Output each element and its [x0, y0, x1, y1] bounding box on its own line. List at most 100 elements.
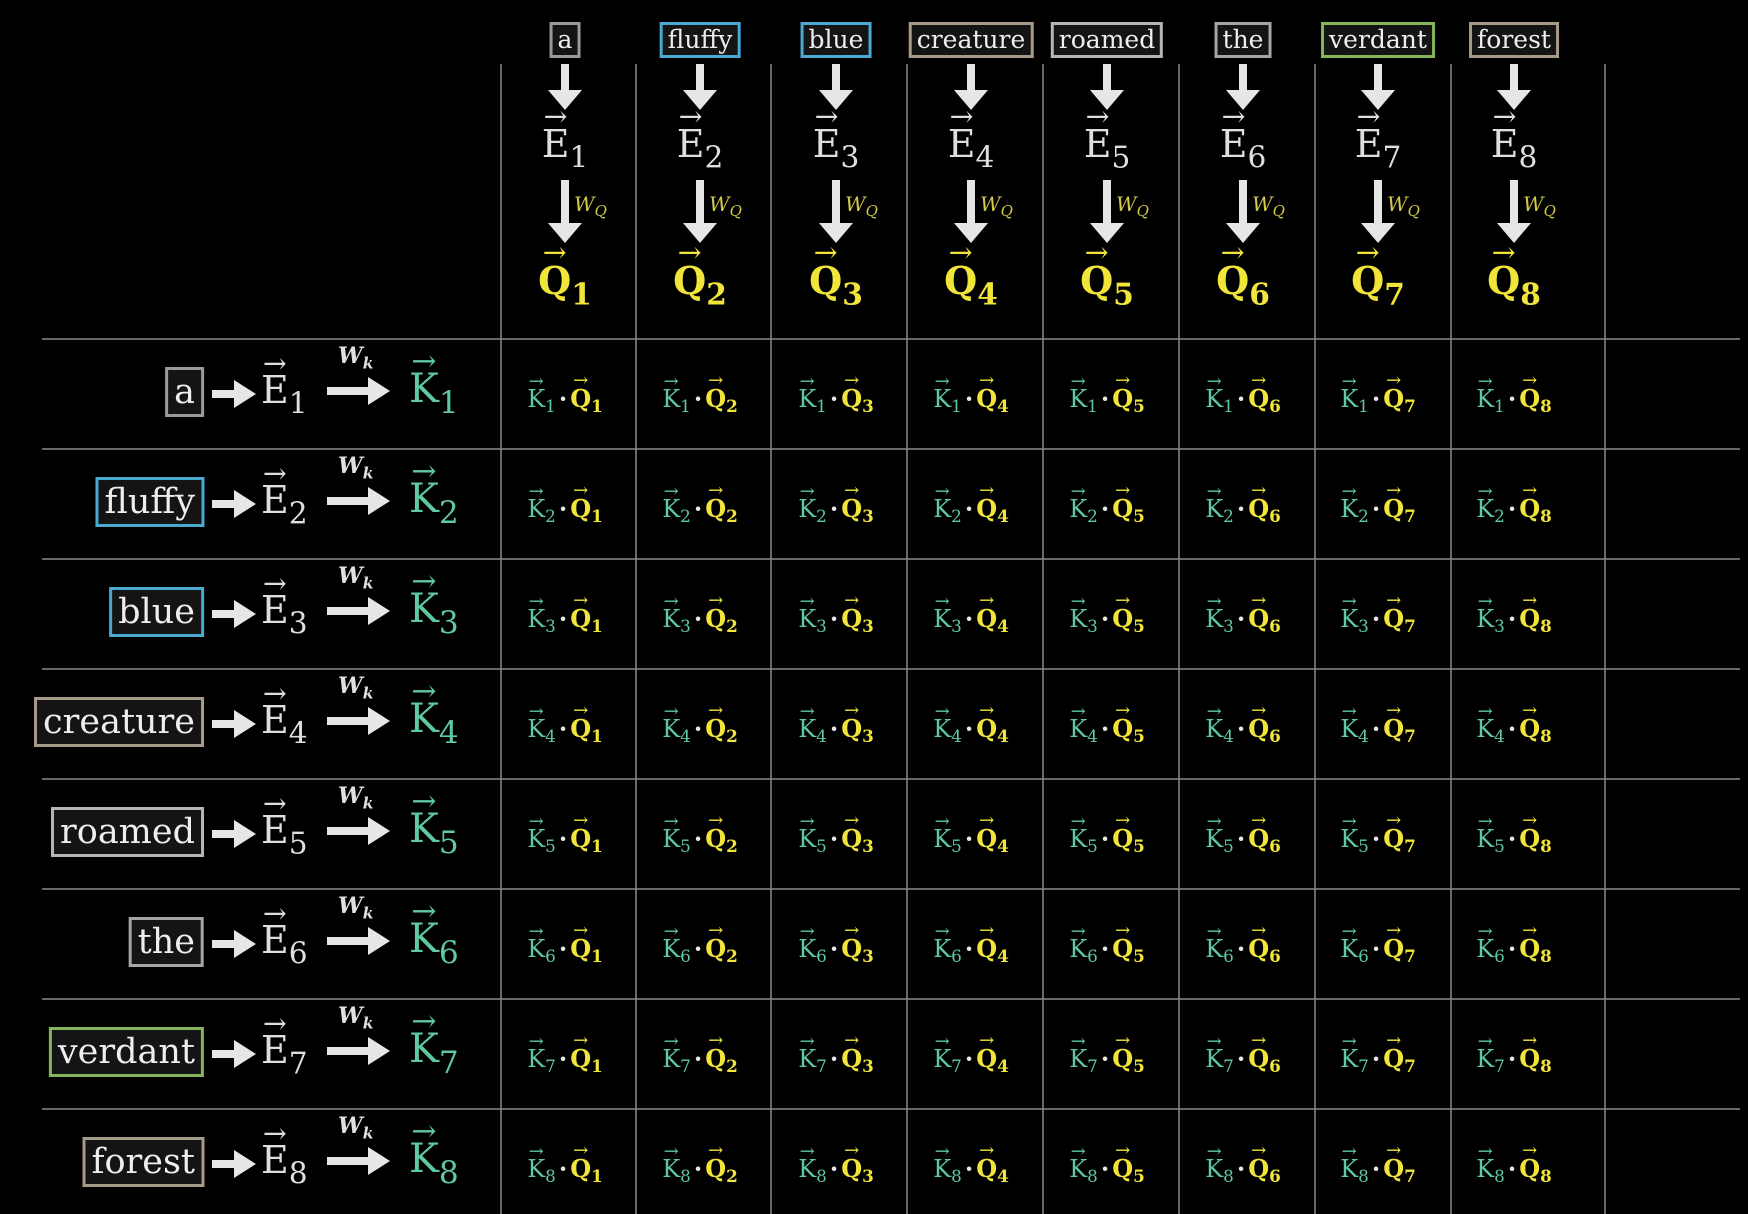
dot-product-cell: K8·Q2 — [662, 1154, 738, 1186]
dot-product-cell: K6·Q7 — [1340, 934, 1416, 966]
dot-product-cell: K6·Q5 — [1069, 934, 1145, 966]
embedding-e3: E3 — [261, 588, 308, 640]
column-token-blue: blue — [800, 22, 872, 58]
query-weight-label: WQ — [574, 192, 607, 220]
query-q7: Q7 — [1351, 258, 1405, 311]
dot-product-cell: K5·Q7 — [1340, 824, 1416, 856]
key-weight-label: Wk — [338, 453, 374, 483]
dot-product-cell: K1·Q8 — [1476, 384, 1552, 416]
row-token-verdant: verdant — [48, 1027, 204, 1077]
row-token-roamed: roamed — [51, 807, 204, 857]
key-k8: K8 — [409, 1136, 459, 1191]
dot-product-cell: K8·Q5 — [1069, 1154, 1145, 1186]
dot-product-cell: K8·Q8 — [1476, 1154, 1552, 1186]
query-weight-label: WQ — [845, 192, 878, 220]
query-q1: Q1 — [538, 258, 592, 311]
right-arrow-icon — [212, 1150, 256, 1178]
embedding-e1: E1 — [261, 368, 308, 420]
key-k4: K4 — [409, 696, 459, 751]
embedding-e4: E4 — [261, 698, 308, 750]
embedding-e7: E7 — [261, 1028, 308, 1080]
dot-product-cell: K7·Q4 — [933, 1044, 1009, 1076]
dot-product-cell: K1·Q4 — [933, 384, 1009, 416]
right-arrow-icon — [212, 820, 256, 848]
right-arrow-icon — [327, 1037, 390, 1065]
column-token-forest: forest — [1469, 22, 1559, 58]
key-k6: K6 — [409, 916, 459, 971]
embedding-e7: E7 — [1355, 122, 1402, 174]
dot-product-cell: K1·Q7 — [1340, 384, 1416, 416]
dot-product-cell: K2·Q6 — [1205, 494, 1281, 526]
query-weight-label: WQ — [1252, 192, 1285, 220]
dot-product-cell: K5·Q3 — [798, 824, 874, 856]
dot-product-cell: K4·Q5 — [1069, 714, 1145, 746]
right-arrow-icon — [212, 380, 256, 408]
dot-product-cell: K7·Q7 — [1340, 1044, 1416, 1076]
key-k7: K7 — [409, 1026, 459, 1081]
dot-product-cell: K4·Q7 — [1340, 714, 1416, 746]
embedding-e6: E6 — [1220, 122, 1267, 174]
dot-product-cell: K7·Q1 — [527, 1044, 603, 1076]
dot-product-cell: K4·Q8 — [1476, 714, 1552, 746]
query-q5: Q5 — [1080, 258, 1134, 311]
query-weight-label: WQ — [1523, 192, 1556, 220]
query-q8: Q8 — [1487, 258, 1541, 311]
dot-product-cell: K6·Q4 — [933, 934, 1009, 966]
dot-product-cell: K5·Q2 — [662, 824, 738, 856]
dot-product-cell: K3·Q7 — [1340, 604, 1416, 636]
dot-product-cell: K5·Q5 — [1069, 824, 1145, 856]
embedding-e8: E8 — [1491, 122, 1538, 174]
dot-product-cell: K5·Q6 — [1205, 824, 1281, 856]
key-weight-label: Wk — [338, 1113, 374, 1143]
key-k1: K1 — [409, 366, 459, 421]
embedding-e8: E8 — [261, 1138, 308, 1190]
right-arrow-icon — [212, 930, 256, 958]
dot-product-cell: K3·Q5 — [1069, 604, 1145, 636]
dot-product-cell: K7·Q8 — [1476, 1044, 1552, 1076]
key-k2: K2 — [409, 476, 459, 531]
dot-product-cell: K3·Q6 — [1205, 604, 1281, 636]
row-token-blue: blue — [109, 587, 204, 637]
embedding-e2: E2 — [261, 478, 308, 530]
dot-product-cell: K8·Q3 — [798, 1154, 874, 1186]
dot-product-cell: K4·Q2 — [662, 714, 738, 746]
right-arrow-icon — [212, 490, 256, 518]
query-weight-label: WQ — [709, 192, 742, 220]
query-weight-label: WQ — [980, 192, 1013, 220]
query-q4: Q4 — [944, 258, 998, 311]
row-token-fluffy: fluffy — [95, 477, 204, 527]
dot-product-cell: K2·Q3 — [798, 494, 874, 526]
right-arrow-icon — [327, 377, 390, 405]
dot-product-cell: K2·Q4 — [933, 494, 1009, 526]
dot-product-cell: K3·Q4 — [933, 604, 1009, 636]
dot-product-cell: K8·Q4 — [933, 1154, 1009, 1186]
dot-product-cell: K3·Q8 — [1476, 604, 1552, 636]
embedding-e2: E2 — [677, 122, 724, 174]
column-token-creature: creature — [908, 22, 1034, 58]
dot-product-cell: K2·Q8 — [1476, 494, 1552, 526]
dot-product-cell: K1·Q2 — [662, 384, 738, 416]
embedding-e1: E1 — [542, 122, 589, 174]
row-token-a: a — [165, 367, 204, 417]
dot-product-cell: K6·Q2 — [662, 934, 738, 966]
dot-product-cell: K4·Q3 — [798, 714, 874, 746]
dot-product-cell: K5·Q8 — [1476, 824, 1552, 856]
right-arrow-icon — [327, 707, 390, 735]
right-arrow-icon — [327, 1147, 390, 1175]
dot-product-cell: K6·Q3 — [798, 934, 874, 966]
dot-product-cell: K8·Q1 — [527, 1154, 603, 1186]
row-token-forest: forest — [82, 1137, 204, 1187]
dot-product-cell: K1·Q6 — [1205, 384, 1281, 416]
query-q6: Q6 — [1216, 258, 1270, 311]
dot-product-cell: K7·Q6 — [1205, 1044, 1281, 1076]
column-token-a: a — [549, 22, 581, 58]
key-weight-label: Wk — [338, 893, 374, 923]
row-token-the: the — [128, 917, 204, 967]
right-arrow-icon — [212, 1040, 256, 1068]
column-token-fluffy: fluffy — [659, 22, 741, 58]
key-weight-label: Wk — [338, 1003, 374, 1033]
dot-product-cell: K6·Q1 — [527, 934, 603, 966]
dot-product-cell: K2·Q7 — [1340, 494, 1416, 526]
embedding-e5: E5 — [1084, 122, 1131, 174]
dot-product-cell: K3·Q3 — [798, 604, 874, 636]
